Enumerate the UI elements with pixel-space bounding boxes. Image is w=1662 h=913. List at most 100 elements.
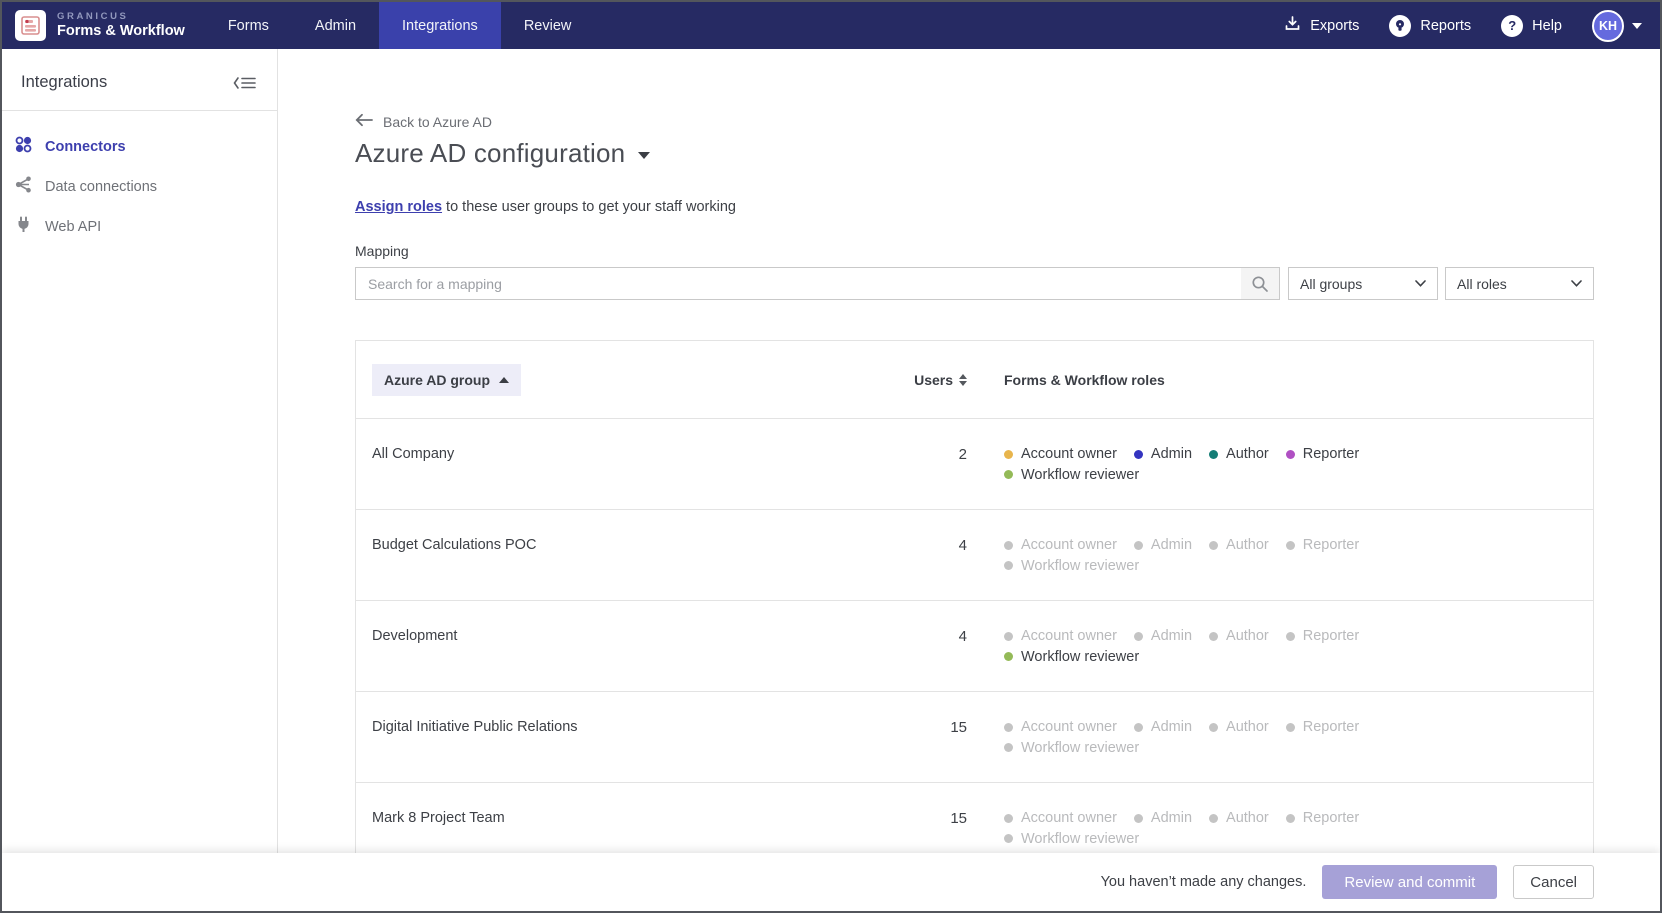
role-label: Reporter: [1303, 717, 1359, 738]
granicus-logo-icon: [15, 10, 46, 41]
role-dot-icon: [1004, 632, 1013, 641]
question-circle-icon: ?: [1501, 15, 1523, 37]
role-label: Account owner: [1021, 535, 1117, 556]
mapping-search: [355, 267, 1280, 300]
header-users-label: Users: [914, 372, 953, 388]
role-label: Account owner: [1021, 626, 1117, 647]
brand[interactable]: GRANICUS Forms & Workflow: [2, 2, 205, 49]
assign-roles-link[interactable]: Assign roles: [355, 199, 442, 215]
role-pill: Reporter: [1286, 444, 1359, 465]
roles-cell: Account ownerAdminAuthorReporter Workflo…: [967, 626, 1593, 691]
role-pill: Author: [1209, 444, 1269, 465]
role-label: Workflow reviewer: [1021, 829, 1139, 850]
table-row[interactable]: Digital Initiative Public Relations 15 A…: [356, 691, 1593, 782]
app-window: GRANICUS Forms & Workflow Forms Admin In…: [0, 0, 1662, 913]
role-pill: Reporter: [1286, 626, 1359, 647]
download-icon: [1284, 15, 1301, 36]
nav-item-review[interactable]: Review: [501, 2, 595, 49]
role-line: Workflow reviewer: [1004, 465, 1593, 486]
role-dot-icon: [1286, 450, 1295, 459]
role-dot-icon: [1134, 450, 1143, 459]
main-content: Back to Azure AD Azure AD configuration …: [278, 49, 1660, 853]
roles-filter-select[interactable]: All roles: [1445, 267, 1594, 300]
page-title-dropdown[interactable]: Azure AD configuration: [355, 138, 650, 169]
role-pill: Account owner: [1004, 717, 1117, 738]
role-dot-icon: [1004, 814, 1013, 823]
role-label: Workflow reviewer: [1021, 465, 1139, 486]
role-pill: Workflow reviewer: [1004, 829, 1139, 850]
role-label: Reporter: [1303, 444, 1359, 465]
users-cell: 15: [916, 717, 967, 782]
help-button[interactable]: ? Help: [1501, 15, 1562, 37]
group-cell: Development: [356, 626, 916, 691]
table-body: All Company 2 Account ownerAdminAuthorRe…: [356, 418, 1593, 853]
sidebar-title: Integrations: [21, 73, 107, 92]
role-line: Workflow reviewer: [1004, 647, 1593, 668]
table-row[interactable]: All Company 2 Account ownerAdminAuthorRe…: [356, 418, 1593, 509]
sidebar-items: Connectors Data connections: [2, 111, 277, 247]
role-dot-icon: [1134, 541, 1143, 550]
roles-cell: Account ownerAdminAuthorReporter Workflo…: [967, 717, 1593, 782]
table-header-row: Azure AD group Users Forms & Workflow ro…: [356, 341, 1593, 418]
arrow-left-icon: [355, 113, 373, 130]
search-input[interactable]: [356, 268, 1241, 299]
role-line: Workflow reviewer: [1004, 829, 1593, 850]
sidebar-item-connectors[interactable]: Connectors: [2, 127, 277, 167]
chevron-down-icon: [1571, 280, 1582, 287]
groups-filter-select[interactable]: All groups: [1288, 267, 1438, 300]
roles-filter-value: All roles: [1457, 276, 1507, 292]
nav-item-integrations[interactable]: Integrations: [379, 2, 501, 49]
nav-item-forms[interactable]: Forms: [205, 2, 292, 49]
role-label: Admin: [1151, 626, 1192, 647]
back-link[interactable]: Back to Azure AD: [355, 113, 492, 130]
role-dot-icon: [1134, 632, 1143, 641]
table-row[interactable]: Development 4 Account ownerAdminAuthorRe…: [356, 600, 1593, 691]
group-cell: Budget Calculations POC: [356, 535, 916, 600]
role-line: Account ownerAdminAuthorReporter: [1004, 535, 1593, 556]
changes-status-text: You haven’t made any changes.: [1101, 874, 1307, 890]
review-and-commit-button[interactable]: Review and commit: [1322, 865, 1497, 899]
sidebar-item-data-connections[interactable]: Data connections: [2, 167, 277, 207]
nav-label: Forms: [228, 18, 269, 34]
role-dot-icon: [1004, 652, 1013, 661]
sort-both-icon: [959, 374, 967, 386]
sidebar-header: Integrations: [2, 49, 277, 110]
nav-label: Integrations: [402, 18, 478, 34]
sidebar-collapse-icon[interactable]: [233, 75, 257, 91]
subtitle-text: to these user groups to get your staff w…: [442, 199, 736, 215]
role-dot-icon: [1286, 541, 1295, 550]
role-label: Workflow reviewer: [1021, 647, 1139, 668]
nav-item-admin[interactable]: Admin: [292, 2, 379, 49]
avatar: KH: [1592, 10, 1624, 42]
header-group-label: Azure AD group: [384, 372, 490, 388]
reports-button[interactable]: Reports: [1389, 15, 1471, 37]
chevron-down-icon: [638, 152, 650, 159]
sort-asc-icon: [499, 377, 509, 383]
sidebar-item-web-api[interactable]: Web API: [2, 207, 277, 247]
user-menu[interactable]: KH: [1592, 10, 1642, 42]
role-dot-icon: [1286, 632, 1295, 641]
role-label: Author: [1226, 717, 1269, 738]
commit-footer: You haven’t made any changes. Review and…: [2, 853, 1660, 911]
role-pill: Author: [1209, 717, 1269, 738]
role-pill: Author: [1209, 808, 1269, 829]
search-icon[interactable]: [1241, 268, 1279, 299]
sort-button-users[interactable]: Users: [916, 372, 967, 388]
table-row[interactable]: Mark 8 Project Team 15 Account ownerAdmi…: [356, 782, 1593, 853]
group-cell: Digital Initiative Public Relations: [356, 717, 916, 782]
role-line: Workflow reviewer: [1004, 556, 1593, 577]
role-label: Reporter: [1303, 626, 1359, 647]
role-pill: Workflow reviewer: [1004, 647, 1139, 668]
table-row[interactable]: Budget Calculations POC 4 Account ownerA…: [356, 509, 1593, 600]
sidebar-item-label: Connectors: [45, 139, 126, 155]
sort-button-group[interactable]: Azure AD group: [372, 364, 521, 396]
role-label: Author: [1226, 444, 1269, 465]
role-dot-icon: [1209, 541, 1218, 550]
chevron-down-icon: [1415, 280, 1426, 287]
role-pill: Workflow reviewer: [1004, 738, 1139, 759]
exports-button[interactable]: Exports: [1284, 15, 1359, 36]
sidebar: Integrations: [2, 49, 278, 853]
users-cell: 2: [916, 444, 967, 509]
cancel-button[interactable]: Cancel: [1513, 865, 1594, 899]
header-cell-roles: Forms & Workflow roles: [967, 372, 1593, 388]
